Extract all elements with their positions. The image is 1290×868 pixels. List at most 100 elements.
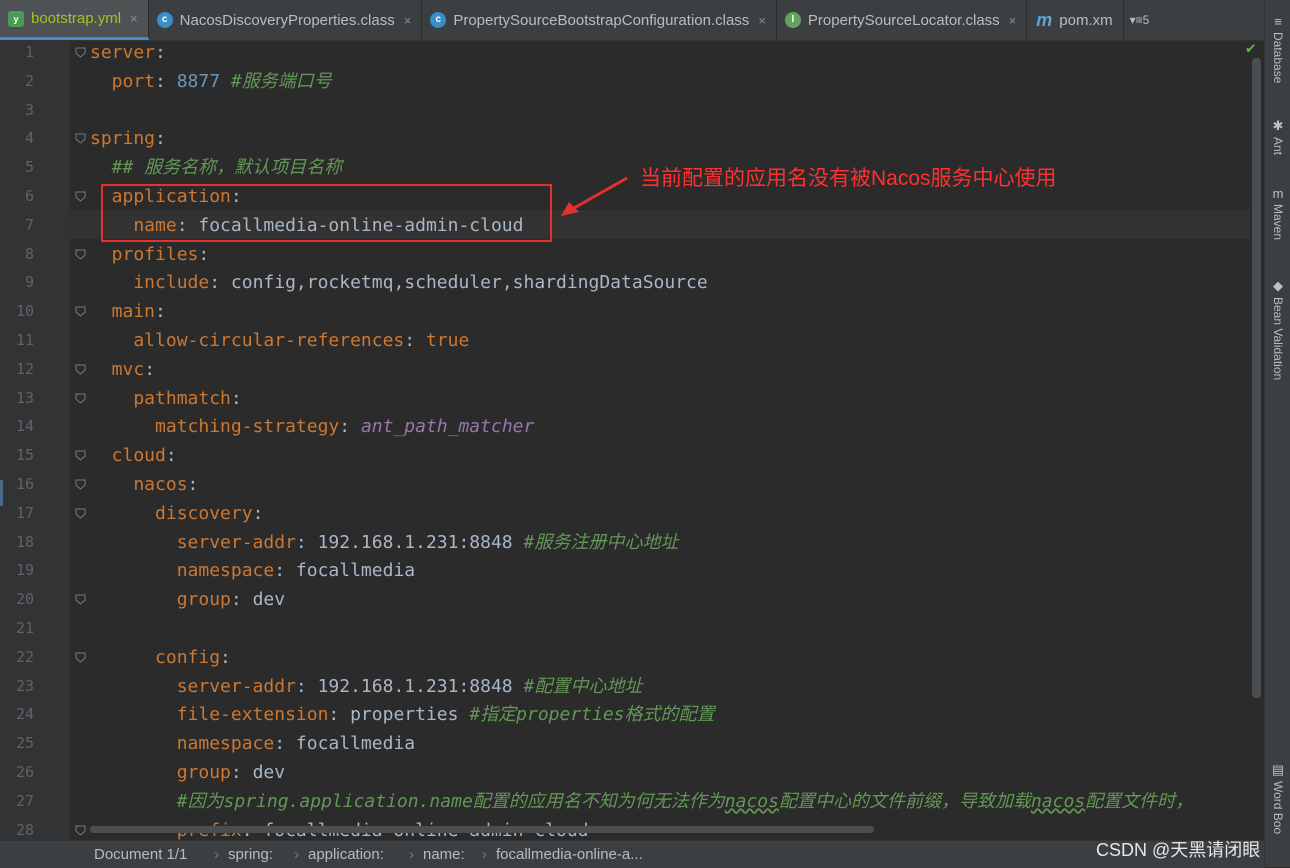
close-icon[interactable]: × — [130, 11, 138, 26]
tab-nacosdiscoveryproperties-class[interactable]: c NacosDiscoveryProperties.class × — [149, 0, 423, 40]
inspection-ok-icon[interactable]: ✔ — [1246, 38, 1256, 57]
tab-bootstrap-yml[interactable]: y bootstrap.yml × — [0, 0, 149, 40]
tab-pom-xm[interactable]: m pom.xm — [1027, 0, 1124, 40]
code-token: nacos — [90, 474, 188, 495]
code-token: : — [252, 502, 264, 524]
tool-maven[interactable]: m Maven — [1265, 186, 1290, 240]
fold-toggle-icon[interactable] — [75, 508, 86, 519]
fold-toggle-icon[interactable] — [75, 652, 86, 663]
fold-toggle-icon[interactable] — [75, 479, 86, 490]
code-line: server: — [90, 38, 166, 67]
line-number: 19 — [15, 561, 34, 580]
fold-toggle-icon[interactable] — [75, 306, 86, 317]
fold-toggle-icon[interactable] — [75, 393, 86, 404]
code-token: allow-circular-references — [90, 330, 405, 351]
close-icon[interactable]: × — [758, 13, 766, 28]
tab-overflow-menu[interactable]: ▾≡5 — [1124, 0, 1156, 40]
line-number: 14 — [15, 417, 34, 436]
code-token: main — [90, 301, 156, 323]
breadcrumb-separator-icon: › — [294, 846, 299, 863]
code-token: : 192.168.1.231:8848 — [295, 531, 524, 553]
line-number: 10 — [15, 302, 34, 321]
tab-label: NacosDiscoveryProperties.class — [179, 11, 395, 29]
fold-toggle-icon[interactable] — [75, 191, 86, 202]
code-token: spring — [90, 128, 156, 150]
document-indicator: Document 1/1 — [94, 846, 188, 863]
line-number: 17 — [15, 503, 34, 522]
class-file-icon: c — [156, 12, 173, 28]
watermark: CSDN @天黑请闭眼 — [1096, 840, 1261, 860]
line-number: 21 — [15, 619, 34, 637]
line-number: 7 — [24, 215, 34, 234]
tab-propertysourcelocator-class[interactable]: I PropertySourceLocator.class × — [777, 0, 1028, 40]
code-token: #服务端口号 — [220, 70, 332, 92]
code-token: include — [90, 272, 210, 294]
yaml-file-icon: y — [8, 10, 24, 27]
code-token: : — [220, 646, 231, 668]
fold-toggle-icon[interactable] — [75, 133, 86, 145]
line-number: 16 — [15, 475, 34, 493]
code-token: : — [187, 474, 199, 495]
line-number: 13 — [15, 388, 34, 407]
tool-database[interactable]: ≡ Database — [1265, 14, 1290, 83]
code-token: : dev — [230, 762, 286, 783]
fold-toggle-icon[interactable] — [75, 364, 86, 375]
tab-propertysourcebootstrapconfiguration-class[interactable]: c PropertySourceBootstrapConfiguration.cl… — [422, 0, 777, 40]
tool-bean-validation[interactable]: ◆ Bean Validation — [1265, 278, 1290, 380]
fold-toggle-icon[interactable] — [75, 594, 86, 605]
line-number: 11 — [15, 331, 34, 349]
line-number: 2 — [24, 71, 34, 90]
code-token: : — [155, 70, 177, 92]
code-line: namespace: focallmedia — [90, 729, 415, 758]
interface-file-icon: I — [784, 12, 801, 28]
code-token: mvc — [90, 358, 145, 380]
code-token: #服务注册中心地址 — [523, 531, 679, 553]
code-token: : — [155, 42, 166, 63]
breadcrumb-item[interactable]: name: — [423, 841, 465, 868]
line-number: 28 — [15, 820, 34, 839]
tool-ant[interactable]: ✱ Ant — [1265, 118, 1290, 155]
vertical-scrollbar[interactable] — [1252, 58, 1261, 698]
code-line: nacos: — [90, 470, 198, 499]
breadcrumb-item[interactable]: focallmedia-online-a... — [496, 841, 643, 868]
code-token: : — [198, 243, 210, 265]
annotation-text: 当前配置的应用名没有被Nacos服务中心使用 — [640, 167, 1057, 190]
code-line: group: dev — [90, 585, 285, 614]
code-token: 配置文件时， — [1085, 790, 1194, 812]
class-file-icon: c — [430, 12, 447, 28]
database-icon: ≡ — [1274, 14, 1282, 29]
code-token: ## 服务名称，默认项目名称 — [90, 157, 343, 179]
bean-validation-icon: ◆ — [1273, 278, 1283, 293]
code-token: : — [155, 128, 166, 150]
breadcrumb-item[interactable]: spring: — [228, 841, 273, 868]
line-number: 15 — [15, 446, 34, 465]
tab-label: PropertySourceBootstrapConfiguration.cla… — [453, 11, 750, 29]
annotation-highlight-box — [101, 184, 552, 242]
code-line: server-addr: 192.168.1.231:8848 #配置中心地址 — [90, 672, 643, 701]
code-token: ant_path_matcher — [360, 416, 535, 438]
ant-icon: ✱ — [1272, 118, 1284, 133]
fold-toggle-icon[interactable] — [75, 249, 86, 260]
fold-toggle-icon[interactable] — [75, 450, 86, 461]
editor-tab-bar: y bootstrap.yml × c NacosDiscoveryProperties… — [0, 0, 1264, 41]
breadcrumb-item[interactable]: application: — [308, 841, 384, 868]
line-number: 8 — [24, 244, 34, 263]
fold-toggle-icon[interactable] — [75, 47, 86, 58]
code-line: cloud: — [90, 441, 177, 470]
code-token: #配置中心地址 — [523, 675, 643, 697]
code-token: : focallmedia — [274, 733, 416, 755]
horizontal-scrollbar[interactable] — [90, 826, 874, 833]
code-token: port — [90, 70, 156, 92]
line-number: 12 — [15, 359, 34, 378]
line-number: 27 — [15, 791, 34, 810]
tool-word-boo[interactable]: ▤ Word Boo — [1265, 762, 1290, 834]
code-line: matching-strategy: ant_path_matcher — [90, 412, 534, 441]
breadcrumb-separator-icon: › — [214, 846, 219, 863]
close-icon[interactable]: × — [404, 13, 412, 28]
close-icon[interactable]: × — [1009, 13, 1017, 28]
code-token: group — [90, 589, 231, 611]
code-line: port: 8877 #服务端口号 — [90, 67, 332, 96]
line-number: 3 — [24, 100, 34, 119]
fold-toggle-icon[interactable] — [75, 825, 86, 836]
code-token: : 192.168.1.231:8848 — [295, 675, 524, 697]
